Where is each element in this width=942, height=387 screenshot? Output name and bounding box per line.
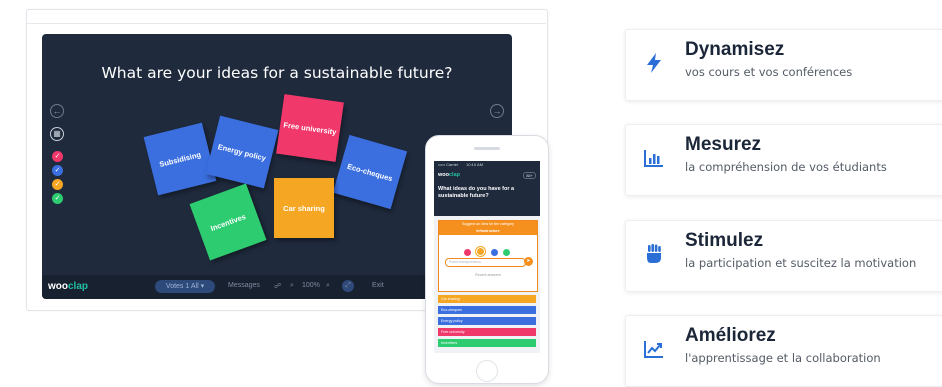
slide-question: What are your ideas for a sustainable fu…: [101, 64, 453, 82]
color-option-orange[interactable]: [476, 247, 486, 256]
phone-question: What ideas do you have for a sustainable…: [438, 186, 515, 199]
status-dot-green[interactable]: ✓: [52, 193, 63, 204]
card-header-text: Suggest an idea for the category: [462, 222, 514, 226]
feature-card-stimulez: Stimulez la participation et suscitez la…: [625, 220, 942, 292]
phone-home-button: [476, 360, 498, 382]
lock-icon[interactable]: ☍: [274, 282, 281, 290]
feature-title: Mesurez: [685, 134, 762, 155]
answer-bar: Car sharing: [438, 295, 536, 303]
messages-button[interactable]: Messages: [228, 282, 260, 289]
time-text: 10:10 AM: [466, 162, 484, 167]
carrier-text: ••••• Carrier: [438, 162, 459, 167]
logo-text: woo: [438, 172, 449, 178]
feature-card-ameliorez: Améliorez l'apprentissage et la collabor…: [625, 315, 942, 387]
sticky-note: Eco-cheques: [332, 134, 408, 210]
lightning-icon: [647, 53, 661, 73]
trend-chart-icon: [644, 341, 663, 358]
feature-title: Dynamisez: [685, 39, 785, 60]
answer-bar: Energy policy: [438, 317, 536, 325]
grid-icon[interactable]: ▦: [50, 127, 64, 141]
exit-button[interactable]: Exit: [372, 282, 384, 289]
fullscreen-icon[interactable]: ⤢: [342, 280, 354, 292]
card-category: Infrastructure: [476, 229, 500, 233]
raised-fist-icon: [647, 244, 661, 263]
status-dot-blue[interactable]: ✓: [52, 165, 63, 176]
zoom-in-icon[interactable]: ⌕: [326, 282, 330, 290]
answer-bar: Incentives: [438, 339, 536, 347]
status-dot-orange[interactable]: ✓: [52, 179, 63, 190]
votes-count: 1: [185, 283, 190, 290]
votes-scope: All: [190, 283, 199, 290]
send-icon[interactable]: ➤: [524, 257, 533, 266]
feature-card-dynamisez: Dynamisez vos cours et vos conférences: [625, 29, 942, 101]
feature-title: Améliorez: [685, 325, 776, 346]
status-dot-pink[interactable]: ✓: [52, 151, 63, 162]
suggestion-card-header: Suggest an idea for the category Infrast…: [439, 221, 537, 235]
sticky-note-label: Subsidising: [158, 149, 202, 169]
phone-header: ••••• Carrier 10:10 AM wooclap 88+ What …: [434, 161, 540, 216]
sticky-note: Subsidising: [143, 122, 217, 196]
sticky-note-label: Energy policy: [217, 141, 267, 163]
recent-answers-label: Recent answers: [475, 273, 501, 277]
answer-bar: Eco-cheques: [438, 306, 536, 314]
sticky-note: Energy policy: [205, 115, 279, 189]
sticky-note: Free university: [276, 94, 344, 162]
phone-wooclap-logo: wooclap: [438, 172, 460, 178]
phone-mockup: ••••• Carrier 10:10 AM wooclap 88+ What …: [425, 135, 549, 384]
sticky-note-label: Eco-cheques: [346, 161, 394, 183]
suggestion-card: Suggest an idea for the category Infrast…: [438, 220, 538, 292]
sticky-note-label: Car sharing: [283, 203, 325, 213]
sticky-note: Incentives: [189, 183, 267, 261]
logo-text-accent: clap: [449, 172, 461, 178]
phone-speaker: [474, 147, 500, 150]
feature-subtitle: vos cours et vos conférences: [685, 65, 853, 79]
sticky-note-label: Incentives: [209, 211, 247, 233]
zoom-out-icon[interactable]: ⌕: [290, 282, 294, 290]
logo-text-accent: clap: [68, 281, 89, 292]
color-option-green[interactable]: [503, 249, 511, 256]
idea-input[interactable]: Public transportation: [445, 258, 526, 267]
answer-bar: Free university: [438, 328, 536, 336]
next-arrow-icon[interactable]: →: [490, 104, 504, 118]
phone-screen: ••••• Carrier 10:10 AM wooclap 88+ What …: [434, 161, 540, 353]
color-option-blue[interactable]: [490, 249, 498, 256]
votes-label: Votes: [165, 283, 184, 290]
feature-card-mesurez: Mesurez la compréhension de vos étudiant…: [625, 124, 942, 196]
sticky-note-label: Free university: [282, 119, 338, 137]
votes-toggle[interactable]: Votes 1 All ▾: [155, 280, 215, 293]
feature-subtitle: l'apprentissage et la collaboration: [685, 351, 881, 365]
zoom-level: 100%: [302, 282, 320, 289]
sticky-note: Car sharing: [274, 178, 334, 238]
presentation-frame-topbar: [26, 9, 546, 24]
logo-text: woo: [48, 281, 68, 292]
wooclap-logo: wooclap: [48, 281, 88, 292]
phone-status-bar: ••••• Carrier 10:10 AM: [438, 162, 483, 167]
feature-subtitle: la participation et suscitez la motivati…: [685, 256, 917, 270]
participants-badge: 88+: [523, 172, 536, 179]
bar-chart-icon: [644, 150, 663, 167]
feature-title: Stimulez: [685, 230, 764, 251]
previous-arrow-icon[interactable]: ←: [50, 104, 64, 118]
color-option-pink[interactable]: [464, 249, 471, 256]
feature-subtitle: la compréhension de vos étudiants: [685, 160, 887, 174]
